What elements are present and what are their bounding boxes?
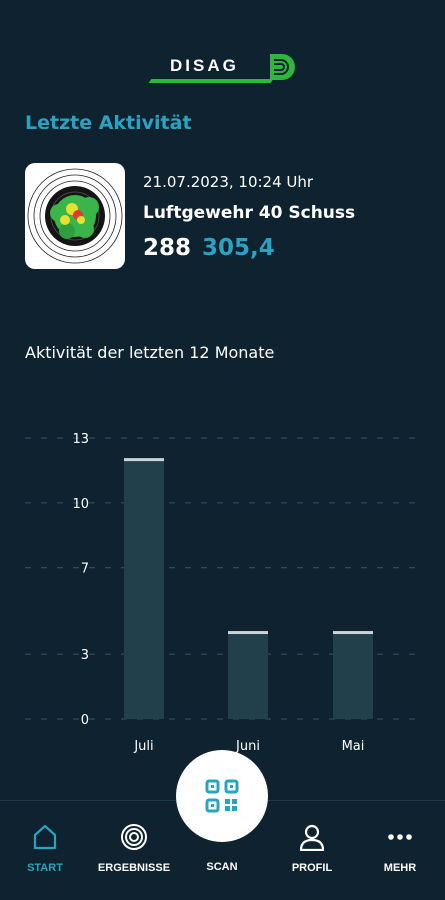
latest-activity-title: Letzte Aktivität bbox=[25, 112, 192, 134]
nav-ergebnisse-label: ERGEBNISSE bbox=[97, 862, 171, 874]
target-image-icon bbox=[27, 168, 123, 264]
logo-d-mark-icon bbox=[270, 54, 295, 80]
logo-underline bbox=[148, 79, 274, 83]
x-tick-label: Juni bbox=[235, 739, 260, 754]
activity-date: 21.07.2023, 10:24 Uhr bbox=[143, 173, 314, 191]
scan-button[interactable] bbox=[176, 750, 268, 842]
home-icon bbox=[33, 824, 57, 850]
bar bbox=[228, 632, 268, 719]
target-thumbnail bbox=[25, 163, 125, 269]
chart-title: Aktivität der letzten 12 Monate bbox=[25, 343, 275, 362]
activity-score-decimal: 305,4 bbox=[202, 235, 275, 261]
activity-discipline: Luftgewehr 40 Schuss bbox=[143, 203, 356, 223]
nav-mehr[interactable]: MEHR bbox=[355, 801, 445, 900]
x-tick-label: Mai bbox=[342, 739, 365, 754]
bar-cap bbox=[124, 458, 164, 462]
nav-scan-label[interactable]: SCAN bbox=[177, 861, 267, 873]
y-tick-label: 7 bbox=[81, 562, 89, 577]
bar bbox=[124, 459, 164, 719]
user-icon bbox=[299, 824, 325, 851]
x-tick-label: Juli bbox=[133, 739, 153, 754]
logo-text: DISAG bbox=[170, 56, 239, 75]
activity-score-integer: 288 bbox=[143, 235, 192, 261]
nav-profil-label: PROFIL bbox=[291, 862, 333, 874]
bar bbox=[333, 632, 373, 719]
bar-cap bbox=[228, 631, 268, 635]
target-icon bbox=[121, 824, 147, 850]
nav-start-label: START bbox=[27, 862, 63, 874]
nav-ergebnisse[interactable]: ERGEBNISSE bbox=[89, 801, 179, 900]
nav-profil[interactable]: PROFIL bbox=[267, 801, 357, 900]
latest-activity-card[interactable]: 21.07.2023, 10:24 Uhr Luftgewehr 40 Schu… bbox=[25, 163, 425, 271]
nav-mehr-label: MEHR bbox=[383, 862, 417, 874]
nav-start[interactable]: START bbox=[0, 801, 90, 900]
y-tick-label: 13 bbox=[72, 432, 89, 447]
activity-bar-chart: 0 3 7 10 13 Juli Juni Mai bbox=[25, 432, 425, 754]
y-tick-label: 3 bbox=[81, 648, 89, 663]
more-icon bbox=[388, 834, 412, 840]
y-tick-label: 0 bbox=[81, 713, 89, 728]
bar-cap bbox=[333, 631, 373, 635]
disag-logo: DISAG bbox=[148, 50, 300, 86]
qr-code-icon bbox=[205, 779, 239, 813]
y-tick-label: 10 bbox=[72, 497, 89, 512]
